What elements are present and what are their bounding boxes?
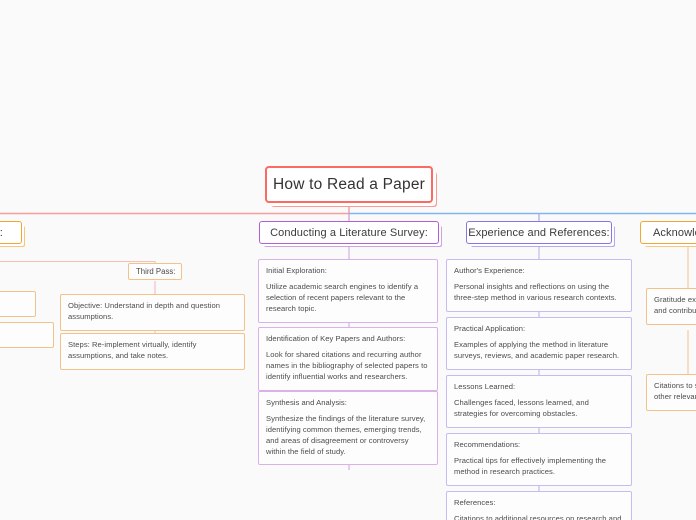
method-clipped-card-b[interactable]: s, mark (0, 322, 54, 348)
branch-head-method-label: hod: (0, 226, 3, 239)
root-node[interactable]: How to Read a Paper (265, 166, 433, 203)
branch-head-experience-label: Experience and References: (468, 226, 610, 239)
branch-head-acknowledgements-label: Acknowledge (653, 226, 696, 239)
experience-card-references[interactable]: References: Citations to additional reso… (446, 491, 632, 520)
acknowledgements-card-gratitude[interactable]: Gratitude exte and funding a and contrib… (646, 288, 696, 325)
method-clipped-card-a-text: content. (0, 298, 28, 309)
survey-card-synthesis-lead: Synthesis and Analysis: (266, 398, 347, 407)
experience-card-lessons-lead: Lessons Learned: (454, 382, 516, 391)
experience-card-lessons[interactable]: Lessons Learned: Challenges faced, lesso… (446, 375, 632, 428)
root-title: How to Read a Paper (273, 175, 425, 193)
acknowledgements-card-gratitude-text: Gratitude exte and funding a and contrib… (654, 295, 696, 315)
method-third-pass-node[interactable]: Third Pass: (128, 263, 182, 280)
acknowledgements-card-citations-text: Citations to so including rese other rel… (654, 381, 696, 401)
method-steps-card[interactable]: Steps: Re-implement virtually, identify … (60, 333, 245, 370)
experience-card-author[interactable]: Author's Experience: Personal insights a… (446, 259, 632, 312)
method-steps-text: Steps: Re-implement virtually, identify … (68, 340, 197, 360)
survey-card-initial-exploration-body: Utilize academic search engines to ident… (266, 282, 419, 313)
mindmap-canvas[interactable]: How to Read a Paper hod: Third Pass: con… (0, 0, 696, 520)
experience-card-author-body: Personal insights and reflections on usi… (454, 282, 617, 303)
survey-card-key-papers[interactable]: Identification of Key Papers and Authors… (258, 327, 438, 391)
experience-card-practical-lead: Practical Application: (454, 324, 526, 333)
survey-card-synthesis[interactable]: Synthesis and Analysis: Synthesize the f… (258, 391, 438, 466)
method-clipped-card-b-text: s, mark (0, 329, 46, 340)
branch-head-survey-label: Conducting a Literature Survey: (270, 226, 428, 239)
experience-card-references-body: Citations to additional resources on res… (454, 514, 622, 520)
method-objective-card[interactable]: Objective: Understand in depth and quest… (60, 294, 245, 331)
survey-card-key-papers-lead: Identification of Key Papers and Authors… (266, 334, 406, 343)
survey-card-synthesis-body: Synthesize the findings of the literatur… (266, 414, 426, 456)
experience-card-references-lead: References: (454, 498, 496, 507)
experience-card-practical[interactable]: Practical Application: Examples of apply… (446, 317, 632, 370)
method-objective-text: Objective: Understand in depth and quest… (68, 301, 221, 321)
branch-head-method[interactable]: hod: (0, 221, 22, 244)
method-clipped-card-a[interactable]: content. (0, 291, 36, 317)
experience-card-recommendations-body: Practical tips for effectively implement… (454, 456, 607, 477)
experience-card-lessons-body: Challenges faced, lessons learned, and s… (454, 398, 589, 419)
branch-head-acknowledgements[interactable]: Acknowledge (640, 221, 696, 244)
survey-card-key-papers-body: Look for shared citations and recurring … (266, 350, 428, 381)
branch-head-experience[interactable]: Experience and References: (466, 221, 612, 244)
survey-card-initial-exploration-lead: Initial Exploration: (266, 266, 327, 275)
experience-card-practical-body: Examples of applying the method in liter… (454, 340, 620, 361)
experience-card-recommendations[interactable]: Recommendations: Practical tips for effe… (446, 433, 632, 486)
method-third-pass-label: Third Pass: (136, 267, 176, 276)
experience-card-recommendations-lead: Recommendations: (454, 440, 521, 449)
experience-card-author-lead: Author's Experience: (454, 266, 525, 275)
branch-head-survey[interactable]: Conducting a Literature Survey: (259, 221, 439, 244)
acknowledgements-card-citations[interactable]: Citations to so including rese other rel… (646, 374, 696, 411)
survey-card-initial-exploration[interactable]: Initial Exploration: Utilize academic se… (258, 259, 438, 323)
